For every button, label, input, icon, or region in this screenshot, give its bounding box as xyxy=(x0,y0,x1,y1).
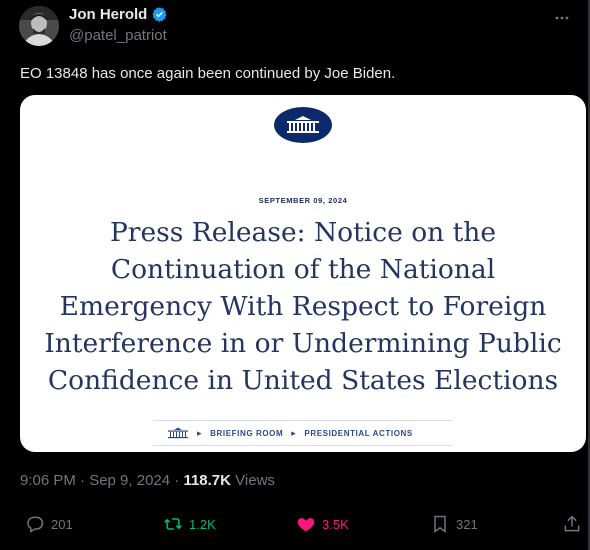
media-card[interactable]: SEPTEMBER 09, 2024 Press Release: Notice… xyxy=(20,95,586,452)
like-count: 3.5K xyxy=(322,516,349,532)
like-icon xyxy=(297,518,315,532)
share-icon xyxy=(564,515,580,532)
breadcrumb-item: BRIEFING ROOM xyxy=(210,428,284,438)
bookmark-count: 321 xyxy=(456,516,478,532)
repost-icon xyxy=(164,518,182,530)
post-timestamp[interactable]: 9:06 PM · Sep 9, 2024 · xyxy=(20,472,179,489)
title-line: Emergency With Respect to Foreign xyxy=(59,291,547,322)
reply-button[interactable]: 201 xyxy=(25,514,73,534)
verified-badge-icon[interactable] xyxy=(151,6,168,23)
like-button[interactable]: 3.5K xyxy=(296,514,349,534)
breadcrumb: ▸ BRIEFING ROOM ▸ PRESIDENTIAL ACTIONS xyxy=(153,420,453,446)
reply-icon xyxy=(27,516,44,533)
author-name[interactable]: Jon Herold xyxy=(69,6,147,23)
white-house-small-icon xyxy=(168,427,188,439)
more-icon[interactable] xyxy=(552,8,572,28)
press-release-date: SEPTEMBER 09, 2024 xyxy=(258,196,348,205)
views-count: 118.7K xyxy=(183,472,231,489)
title-line: Confidence in United States Elections xyxy=(47,365,559,396)
title-line: Press Release: Notice on the xyxy=(109,217,497,248)
title-line: Interference in or Undermining Public xyxy=(44,328,562,359)
bookmark-button[interactable]: 321 xyxy=(430,514,478,534)
avatar[interactable] xyxy=(19,6,59,46)
title-line: Continuation of the National xyxy=(110,254,496,285)
white-house-logo xyxy=(274,107,332,143)
reply-count: 201 xyxy=(51,516,73,532)
action-bar: 201 1.2K 3.5K 321 xyxy=(0,514,590,544)
share-button[interactable] xyxy=(562,514,582,534)
repost-count: 1.2K xyxy=(189,516,216,532)
bookmark-icon xyxy=(434,515,446,533)
avatar-image xyxy=(19,6,59,46)
repost-button[interactable]: 1.2K xyxy=(163,514,216,534)
post-text: EO 13848 has once again been continued b… xyxy=(20,65,396,82)
views-label: Views xyxy=(235,472,275,489)
author-name-row[interactable]: Jon Herold xyxy=(69,6,168,23)
author-handle[interactable]: @patel_patriot xyxy=(69,27,167,44)
chevron-right-icon: ▸ xyxy=(197,427,203,438)
post-meta: 9:06 PM · Sep 9, 2024 · 118.7K Views xyxy=(20,472,275,489)
breadcrumb-item: PRESIDENTIAL ACTIONS xyxy=(304,428,413,438)
chevron-right-icon: ▸ xyxy=(291,427,297,438)
press-release-title: Press Release: Notice on the Continuatio… xyxy=(24,214,582,399)
